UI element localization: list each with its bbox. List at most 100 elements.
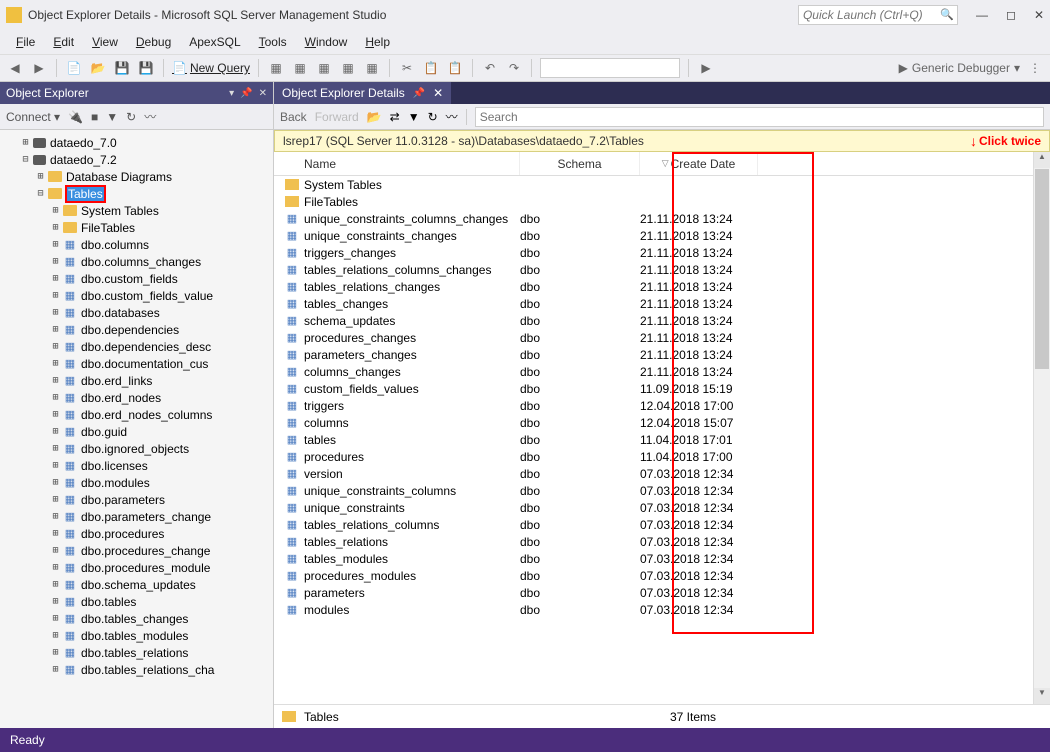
tree-node[interactable]: ⊞▦dbo.columns (0, 236, 273, 253)
tree-node[interactable]: ⊞▦dbo.databases (0, 304, 273, 321)
oe-activity-icon[interactable]: 〰 (144, 108, 156, 125)
toolbar-overflow[interactable]: ⋮ (1026, 59, 1044, 77)
tree-node[interactable]: ⊞▦dbo.erd_nodes_columns (0, 406, 273, 423)
debugger-combo[interactable]: ▶ Generic Debugger ▾ (899, 61, 1020, 75)
expand-icon[interactable]: ⊞ (20, 137, 31, 148)
table-row[interactable]: ▦tables_changesdbo21.11.2018 13:24 (274, 295, 1033, 312)
expand-icon[interactable]: ⊞ (50, 596, 61, 607)
expand-icon[interactable]: ⊞ (50, 324, 61, 335)
tree-node[interactable]: ⊞▦dbo.tables_relations_cha (0, 661, 273, 678)
table-row[interactable]: ▦proceduresdbo11.04.2018 17:00 (274, 448, 1033, 465)
expand-icon[interactable]: ⊞ (50, 562, 61, 573)
table-row[interactable]: System Tables (274, 176, 1033, 193)
close-button[interactable]: ✕ (1034, 8, 1044, 22)
menu-file[interactable]: File (8, 32, 43, 52)
expand-icon[interactable]: ⊞ (50, 426, 61, 437)
menu-debug[interactable]: Debug (128, 32, 179, 52)
tree-node[interactable]: ⊞▦dbo.custom_fields_value (0, 287, 273, 304)
menu-tools[interactable]: Tools (251, 32, 295, 52)
connect-button[interactable]: Connect ▾ (6, 110, 60, 124)
oed-filter-icon[interactable]: ▼ (408, 110, 420, 124)
nav-back-button[interactable]: ◀ (6, 59, 24, 77)
table-row[interactable]: ▦versiondbo07.03.2018 12:34 (274, 465, 1033, 482)
table-row[interactable]: ▦tables_relations_changesdbo21.11.2018 1… (274, 278, 1033, 295)
tree-node[interactable]: ⊞▦dbo.procedures_change (0, 542, 273, 559)
tree-node[interactable]: ⊞▦dbo.dependencies_desc (0, 338, 273, 355)
expand-icon[interactable]: ⊞ (50, 358, 61, 369)
table-row[interactable]: ▦unique_constraints_columnsdbo07.03.2018… (274, 482, 1033, 499)
table-row[interactable]: ▦triggers_changesdbo21.11.2018 13:24 (274, 244, 1033, 261)
tab-pin-icon[interactable]: 📌 (413, 88, 425, 99)
database-combo[interactable] (540, 58, 680, 78)
details-grid[interactable]: Name Schema ▽Create Date System TablesFi… (274, 152, 1033, 704)
execute-icon[interactable]: ▶ (697, 59, 715, 77)
tree-node[interactable]: ⊞▦dbo.erd_links (0, 372, 273, 389)
expand-icon[interactable]: ⊞ (50, 579, 61, 590)
oe-disconnect-icon[interactable]: 🔌 (68, 110, 83, 124)
tree-node[interactable]: ⊞System Tables (0, 202, 273, 219)
tree-node[interactable]: ⊟Tables (0, 185, 273, 202)
table-row[interactable]: ▦columns_changesdbo21.11.2018 13:24 (274, 363, 1033, 380)
table-row[interactable]: ▦procedures_changesdbo21.11.2018 13:24 (274, 329, 1033, 346)
table-row[interactable]: ▦tablesdbo11.04.2018 17:01 (274, 431, 1033, 448)
tree-node[interactable]: ⊞▦dbo.schema_updates (0, 576, 273, 593)
expand-icon[interactable]: ⊞ (50, 477, 61, 488)
tree-node[interactable]: ⊞▦dbo.parameters (0, 491, 273, 508)
tree-node[interactable]: ⊟dataedo_7.2 (0, 151, 273, 168)
table-row[interactable]: ▦unique_constraintsdbo07.03.2018 12:34 (274, 499, 1033, 516)
expand-icon[interactable]: ⊞ (50, 545, 61, 556)
table-row[interactable]: ▦custom_fields_valuesdbo11.09.2018 15:19 (274, 380, 1033, 397)
expand-icon[interactable]: ⊞ (50, 528, 61, 539)
tree-node[interactable]: ⊞dataedo_7.0 (0, 134, 273, 151)
nav-fwd-button[interactable]: ▶ (30, 59, 48, 77)
undo-icon[interactable]: ↶ (481, 59, 499, 77)
expand-icon[interactable]: ⊞ (50, 664, 61, 675)
table-row[interactable]: ▦procedures_modulesdbo07.03.2018 12:34 (274, 567, 1033, 584)
expand-icon[interactable]: ⊞ (50, 647, 61, 658)
expand-icon[interactable]: ⊞ (50, 273, 61, 284)
expand-icon[interactable]: ⊞ (50, 239, 61, 250)
oed-sync-icon[interactable]: ⇄ (390, 110, 400, 124)
table-row[interactable]: ▦parameters_changesdbo21.11.2018 13:24 (274, 346, 1033, 363)
expand-icon[interactable]: ⊞ (50, 392, 61, 403)
expand-icon[interactable]: ⊞ (50, 409, 61, 420)
quick-launch[interactable]: 🔍 (798, 5, 958, 25)
scroll-up-button[interactable]: ▲ (1034, 152, 1050, 168)
tree-node[interactable]: ⊞▦dbo.tables_modules (0, 627, 273, 644)
col-schema[interactable]: Schema (520, 152, 640, 175)
table-row[interactable]: ▦tables_modulesdbo07.03.2018 12:34 (274, 550, 1033, 567)
table-row[interactable]: ▦unique_constraints_changesdbo21.11.2018… (274, 227, 1033, 244)
col-create-date[interactable]: ▽Create Date (640, 152, 758, 175)
oe-filter-icon[interactable]: ▼ (106, 110, 118, 124)
save-all-icon[interactable]: 💾 (137, 59, 155, 77)
db-icon-4[interactable]: ▦ (339, 59, 357, 77)
menu-help[interactable]: Help (357, 32, 398, 52)
panel-dropdown-icon[interactable]: ▾ (229, 88, 234, 99)
table-row[interactable]: ▦unique_constraints_columns_changesdbo21… (274, 210, 1033, 227)
expand-icon[interactable]: ⊞ (50, 307, 61, 318)
tab-close-icon[interactable]: ✕ (433, 86, 443, 100)
quick-launch-input[interactable] (798, 5, 958, 25)
tree-node[interactable]: ⊞▦dbo.licenses (0, 457, 273, 474)
pin-icon[interactable]: 📌 (240, 88, 252, 99)
menu-edit[interactable]: Edit (45, 32, 82, 52)
expand-icon[interactable]: ⊞ (50, 290, 61, 301)
expand-icon[interactable]: ⊞ (50, 256, 61, 267)
col-name[interactable]: Name (274, 152, 520, 175)
tree-node[interactable]: ⊞▦dbo.procedures_module (0, 559, 273, 576)
expand-icon[interactable]: ⊞ (50, 511, 61, 522)
new-project-icon[interactable]: 📄 (65, 59, 83, 77)
table-row[interactable]: ▦tables_relationsdbo07.03.2018 12:34 (274, 533, 1033, 550)
cut-icon[interactable]: ✂ (398, 59, 416, 77)
expand-icon[interactable]: ⊞ (35, 171, 46, 182)
expand-icon[interactable]: ⊞ (50, 375, 61, 386)
table-row[interactable]: ▦columnsdbo12.04.2018 15:07 (274, 414, 1033, 431)
table-row[interactable]: ▦schema_updatesdbo21.11.2018 13:24 (274, 312, 1033, 329)
new-query-button[interactable]: 📄New Query (172, 61, 250, 75)
db-icon-2[interactable]: ▦ (291, 59, 309, 77)
object-tree[interactable]: ⊞dataedo_7.0⊟dataedo_7.2⊞Database Diagra… (0, 130, 273, 728)
expand-icon[interactable]: ⊞ (50, 613, 61, 624)
table-row[interactable]: ▦modulesdbo07.03.2018 12:34 (274, 601, 1033, 618)
paste-icon[interactable]: 📋 (446, 59, 464, 77)
tree-node[interactable]: ⊞▦dbo.erd_nodes (0, 389, 273, 406)
